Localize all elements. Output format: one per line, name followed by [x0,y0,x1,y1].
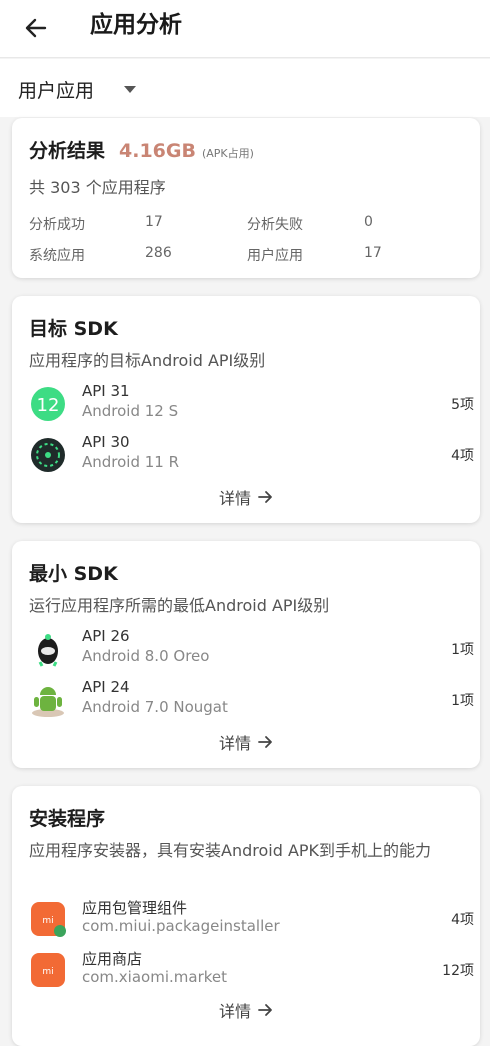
caret-down-icon [124,85,137,93]
page-title: 应用分析 [90,12,182,38]
row-android-version: Android 8.0 Oreo [82,647,210,665]
android-11-icon [31,438,65,472]
android-oreo-icon [38,634,58,667]
arrow-left-icon [25,18,47,38]
row-android-version: Android 7.0 Nougat [82,698,228,716]
target-sdk-details-button[interactable]: 详情 [12,482,480,512]
app-bar: 应用分析 [0,0,490,58]
min-sdk-row-api24[interactable]: API 24 Android 7.0 Nougat 1项 [26,674,474,724]
arrow-right-icon [258,1004,272,1016]
min-sdk-details-button[interactable]: 详情 [12,727,480,757]
stat-label-failed: 分析失败 [247,217,303,233]
arrow-right-icon [258,491,272,503]
stat-label-success: 分析成功 [29,217,85,233]
summary-title: 分析结果 [29,140,106,162]
installer-row-package-installer[interactable]: mi 应用包管理组件 com.miui.packageinstaller 4项 [26,893,474,943]
target-sdk-desc: 应用程序的目标Android API级别 [29,351,266,370]
app-type-selected: 用户应用 [18,79,95,102]
android-nougat-icon [32,687,64,717]
analysis-summary-card: 分析结果 4.16GB (APK占用) 共 303 个应用程序 分析成功 17 … [12,118,480,278]
stat-label-system: 系统应用 [29,248,85,264]
mi-market-icon: mi [31,953,65,987]
row-api-name: API 31 [82,382,130,400]
row-count: 4项 [451,912,474,928]
android-12-icon: 12 [31,387,65,421]
row-api-name: API 30 [82,433,130,451]
installers-title: 安装程序 [29,808,106,830]
stat-value-system: 286 [145,245,172,261]
back-button[interactable] [18,10,54,46]
mi-package-installer-icon: mi [31,902,66,937]
details-label: 详情 [218,489,251,508]
stat-value-success: 17 [145,214,163,230]
apk-size-value: 4.16GB [119,140,196,162]
row-count: 12项 [442,963,474,979]
app-count-text: 共 303 个应用程序 [29,178,166,197]
stat-value-failed: 0 [364,214,373,230]
row-package-name: com.miui.packageinstaller [82,917,280,935]
row-api-name: API 26 [82,627,130,645]
row-count: 1项 [451,693,474,709]
row-package-name: com.xiaomi.market [82,968,227,986]
min-sdk-card: 最小 SDK 运行应用程序所需的最低Android API级别 API 26 A… [12,541,480,768]
row-android-version: Android 12 S [82,402,179,420]
row-app-name: 应用商店 [82,950,143,968]
row-app-name: 应用包管理组件 [82,899,188,917]
details-label: 详情 [218,734,251,753]
row-count: 5项 [451,397,474,413]
arrow-right-icon [258,736,272,748]
apk-size-note: (APK占用) [201,147,254,160]
min-sdk-title: 最小 SDK [29,563,118,585]
svg-text:mi: mi [42,916,53,926]
target-sdk-card: 目标 SDK 应用程序的目标Android API级别 12 API 31 An… [12,296,480,523]
installers-card: 安装程序 应用程序安装器，具有安装Android APK到手机上的能力 mi 应… [12,786,480,1046]
min-sdk-desc: 运行应用程序所需的最低Android API级别 [29,596,330,615]
row-api-name: API 24 [82,678,130,696]
target-sdk-row-api30[interactable]: API 30 Android 11 R 4项 [26,429,474,479]
row-count: 1项 [451,642,474,658]
row-count: 4项 [451,448,474,464]
details-label: 详情 [218,1002,251,1021]
installer-row-market[interactable]: mi 应用商店 com.xiaomi.market 12项 [26,944,474,994]
app-type-dropdown[interactable]: 用户应用 [18,74,137,104]
installers-desc: 应用程序安装器，具有安装Android APK到手机上的能力 [29,841,432,860]
svg-text:mi: mi [42,967,53,977]
target-sdk-row-api31[interactable]: 12 API 31 Android 12 S 5项 [26,378,474,428]
stat-label-user: 用户应用 [247,248,303,264]
target-sdk-title: 目标 SDK [29,318,118,340]
filter-bar: 用户应用 [0,59,490,117]
min-sdk-row-api26[interactable]: API 26 Android 8.0 Oreo 1项 [26,623,474,673]
installers-details-button[interactable]: 详情 [12,995,480,1025]
row-android-version: Android 11 R [82,453,180,471]
stat-value-user: 17 [364,245,382,261]
svg-text:12: 12 [37,395,60,416]
